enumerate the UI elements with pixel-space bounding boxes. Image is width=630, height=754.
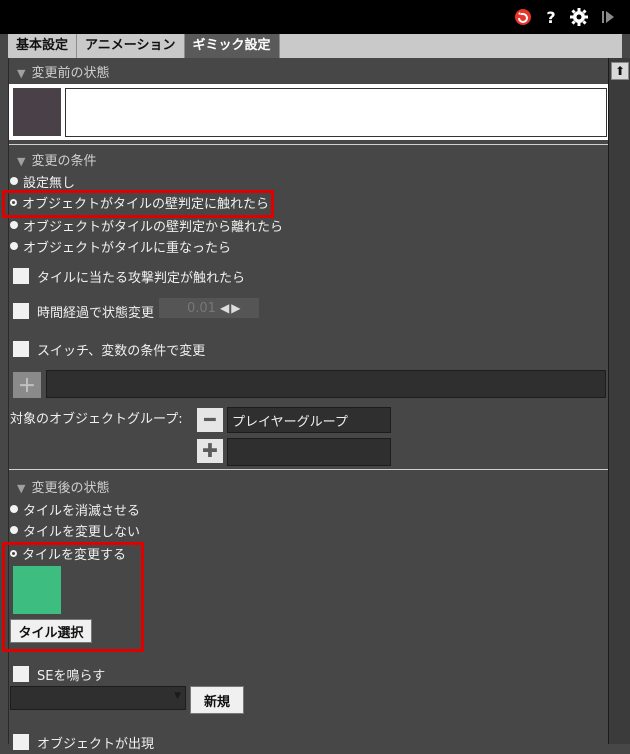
object-spawn-checkbox-row[interactable]: オブジェクトが出現	[13, 730, 154, 754]
top-toolbar: ?	[0, 0, 630, 34]
after-option-keep[interactable]: タイルを変更しない	[10, 520, 140, 540]
condition-option-leave-wall[interactable]: オブジェクトがタイルの壁判定から離れたら	[10, 215, 283, 235]
collapse-triangle-icon[interactable]: ▼	[17, 482, 25, 495]
radio-dot[interactable]	[10, 505, 18, 513]
switch-checkbox[interactable]	[13, 341, 29, 357]
condition-option-touch-wall[interactable]: オブジェクトがタイルの壁判定に触れたら	[10, 192, 269, 212]
attack-checkbox[interactable]	[13, 268, 29, 284]
dropdown-arrow-icon[interactable]: ▼	[174, 691, 181, 701]
help-icon[interactable]: ?	[543, 8, 559, 27]
after-header: ▼ 変更後の状態	[17, 481, 110, 496]
switch-checkbox-row[interactable]: スイッチ、変数の条件で変更	[13, 337, 205, 361]
se-select[interactable]: ▼	[10, 686, 186, 710]
undo-icon[interactable]	[514, 8, 532, 26]
time-value[interactable]: 0.01	[187, 301, 216, 316]
new-group-field[interactable]	[227, 438, 391, 466]
condition-option-overlap[interactable]: オブジェクトがタイルに重なったら	[10, 236, 231, 256]
condition-option-none[interactable]: 設定無し	[10, 171, 75, 191]
decrement-arrow-icon[interactable]: ◀	[220, 301, 229, 315]
object-spawn-checkbox[interactable]	[13, 734, 29, 750]
switch-condition-field[interactable]	[46, 370, 606, 398]
radio-dot[interactable]	[10, 221, 18, 229]
object-group-field[interactable]: プレイヤーグループ	[227, 407, 391, 433]
before-tile-thumbnail[interactable]	[13, 88, 61, 136]
collapse-triangle-icon[interactable]: ▼	[17, 155, 25, 168]
divider	[9, 144, 609, 145]
before-tile-field	[65, 88, 607, 137]
gimmick-panel: ▼ 変更前の状態 ▼ 変更の条件 設定無し オブジェクトがタイルの壁判定に触れたら …	[2, 58, 609, 752]
divider	[9, 469, 609, 470]
scrollbar[interactable]	[608, 58, 630, 744]
tab-basic[interactable]: 基本設定	[8, 34, 78, 58]
attack-checkbox-row[interactable]: タイルに当たる攻撃判定が触れたら	[13, 264, 245, 288]
radio-selected[interactable]	[10, 549, 17, 557]
time-stepper[interactable]: 0.01 ◀ ▶	[159, 298, 259, 318]
tab-animation[interactable]: アニメーション	[77, 34, 185, 58]
se-checkbox[interactable]	[13, 666, 29, 682]
radio-selected[interactable]	[10, 198, 17, 206]
scroll-up-icon[interactable]: ⬆	[611, 62, 629, 80]
tab-gimmick[interactable]: ギミック設定	[184, 34, 280, 58]
se-new-button[interactable]: 新規	[190, 686, 244, 714]
add-group-button[interactable]: ✚	[197, 439, 223, 463]
condition-header: ▼ 変更の条件	[17, 154, 97, 169]
se-checkbox-row[interactable]: SEを鳴らす	[13, 662, 105, 686]
after-option-change[interactable]: タイルを変更する	[10, 543, 126, 563]
time-checkbox[interactable]	[13, 303, 29, 319]
tile-select-button[interactable]: タイル選択	[10, 619, 92, 643]
radio-dot[interactable]	[10, 242, 18, 250]
remove-group-button[interactable]: ━	[197, 408, 223, 432]
radio-dot[interactable]	[10, 526, 18, 534]
tab-bar: 基本設定 アニメーション ギミック設定	[8, 34, 622, 58]
play-icon[interactable]	[600, 8, 616, 26]
time-checkbox-row[interactable]: 時間経過で状態変更	[13, 299, 154, 323]
before-header: ▼ 変更前の状態	[17, 66, 110, 81]
add-switch-button[interactable]: ＋	[13, 372, 41, 398]
gear-icon[interactable]	[569, 8, 589, 26]
increment-arrow-icon[interactable]: ▶	[231, 301, 240, 315]
after-option-delete[interactable]: タイルを消滅させる	[10, 499, 140, 519]
object-group-label: 対象のオブジェクトグループ:	[10, 412, 183, 427]
after-tile-thumbnail[interactable]	[13, 566, 61, 614]
collapse-triangle-icon[interactable]: ▼	[17, 67, 25, 80]
radio-dot[interactable]	[10, 177, 18, 185]
